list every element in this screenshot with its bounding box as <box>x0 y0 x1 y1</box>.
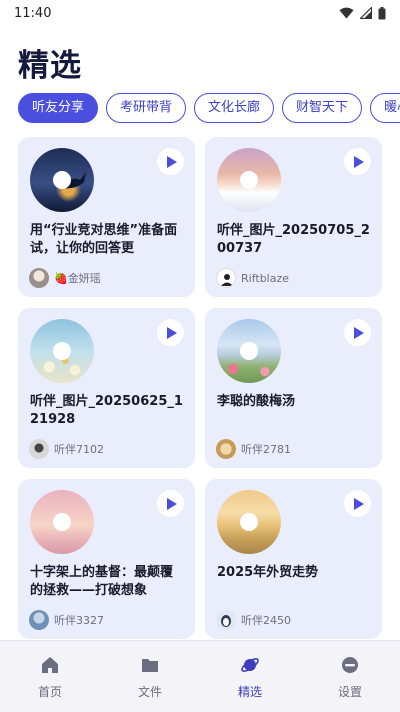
play-button[interactable] <box>344 490 371 517</box>
page-title: 精选 <box>18 48 82 84</box>
nav-label: 精选 <box>237 685 262 699</box>
home-icon <box>42 657 58 673</box>
card-author: 🍓金妍瑶 <box>29 268 101 288</box>
avatar <box>216 268 236 288</box>
category-tabs: 听友分享 考研带背 文化长廊 财智天下 暖心· <box>18 93 400 123</box>
play-icon <box>353 326 364 339</box>
card-author: 听伴7102 <box>29 439 104 459</box>
avatar-glyph-icon <box>221 274 233 286</box>
whale-icon <box>60 172 86 189</box>
penguin-icon <box>221 615 231 627</box>
card-title: 十字架上的基督：最颠覆的拯救——打破想象 <box>30 565 174 598</box>
status-bar: 11:40 <box>0 0 400 26</box>
play-icon <box>166 497 177 510</box>
folder-icon <box>142 659 158 672</box>
avatar <box>29 268 49 288</box>
nav-item-home[interactable]: 首页 <box>0 641 100 712</box>
cellular-icon <box>360 7 372 19</box>
tab-tingyou-share[interactable]: 听友分享 <box>18 93 99 123</box>
card-title: 听伴_图片_20250705_200737 <box>217 223 370 256</box>
nav-label: 首页 <box>37 685 62 699</box>
card-author: 听伴2781 <box>216 439 291 459</box>
nav-item-files[interactable]: 文件 <box>100 641 200 712</box>
play-button[interactable] <box>344 148 371 175</box>
nav-label: 设置 <box>337 685 362 699</box>
avatar <box>216 610 236 630</box>
tab-warm-heart[interactable]: 暖心· <box>370 93 400 123</box>
card-author: 听伴3327 <box>29 610 104 630</box>
tab-kaoyan[interactable]: 考研带背 <box>106 93 187 123</box>
author-name: 🍓金妍瑶 <box>54 272 101 285</box>
audio-card-grid: 用“行业竞对思维”准备面试，让你的回答更 🍓金妍瑶 听伴_图片_20250705… <box>18 137 382 639</box>
audio-card[interactable]: 2025年外贸走势 听伴2450 <box>205 479 382 639</box>
play-button[interactable] <box>157 490 184 517</box>
author-name: 听伴3327 <box>54 614 104 627</box>
avatar <box>216 439 236 459</box>
card-title: 用“行业竞对思维”准备面试，让你的回答更 <box>30 223 178 256</box>
avatar <box>29 439 49 459</box>
cover-disc <box>30 490 94 554</box>
bottom-nav: 首页 文件 精选 设置 <box>0 640 400 712</box>
audio-card[interactable]: 用“行业竞对思维”准备面试，让你的回答更 🍓金妍瑶 <box>18 137 195 297</box>
cover-disc <box>30 148 94 212</box>
status-time: 11:40 <box>14 5 52 21</box>
nav-label: 文件 <box>137 685 162 699</box>
audio-card[interactable]: 听伴_图片_20250705_200737 Riftblaze <box>205 137 382 297</box>
play-icon <box>166 155 177 168</box>
card-title: 李聪的酸梅汤 <box>217 394 296 409</box>
planet-icon <box>241 658 259 672</box>
audio-card[interactable]: 李聪的酸梅汤 听伴2781 <box>205 308 382 468</box>
play-icon <box>166 326 177 339</box>
author-name: 听伴7102 <box>54 443 104 456</box>
settings-icon <box>342 657 358 673</box>
tab-culture[interactable]: 文化长廊 <box>194 93 275 123</box>
tab-finance[interactable]: 财智天下 <box>282 93 363 123</box>
play-button[interactable] <box>157 319 184 346</box>
card-author: 听伴2450 <box>216 610 291 630</box>
nav-item-featured[interactable]: 精选 <box>200 641 300 712</box>
wifi-icon <box>339 7 354 19</box>
audio-card[interactable]: 十字架上的基督：最颠覆的拯救——打破想象 听伴3327 <box>18 479 195 639</box>
play-icon <box>353 497 364 510</box>
play-icon <box>353 155 364 168</box>
author-name: Riftblaze <box>241 271 290 285</box>
cover-disc <box>217 319 281 383</box>
cover-disc <box>217 490 281 554</box>
author-name: 听伴2781 <box>241 443 291 456</box>
play-button[interactable] <box>157 148 184 175</box>
author-name: 听伴2450 <box>241 614 291 627</box>
battery-icon <box>378 6 386 19</box>
card-title: 2025年外贸走势 <box>217 565 319 580</box>
cover-disc <box>30 319 94 383</box>
play-button[interactable] <box>344 319 371 346</box>
cover-disc <box>217 148 281 212</box>
card-author: Riftblaze <box>216 268 289 288</box>
avatar <box>29 610 49 630</box>
status-icons <box>339 6 386 20</box>
nav-item-settings[interactable]: 设置 <box>300 641 400 712</box>
audio-card[interactable]: 听伴_图片_20250625_121928 听伴7102 <box>18 308 195 468</box>
card-title: 听伴_图片_20250625_121928 <box>30 394 183 427</box>
